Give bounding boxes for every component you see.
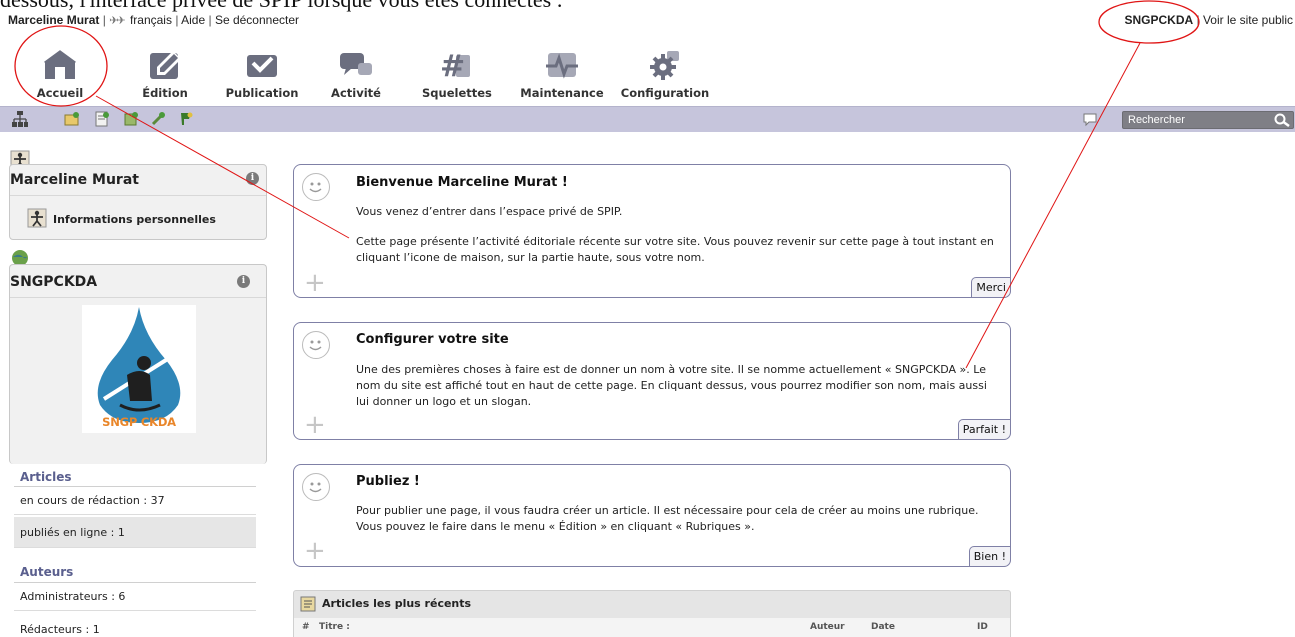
column-header[interactable]: Date bbox=[871, 622, 895, 632]
top-bar-right: SNGPCKDA | Voir le site public bbox=[1124, 12, 1293, 29]
user-name-link[interactable]: Marceline Murat bbox=[8, 13, 99, 27]
nav-accueil[interactable]: Accueil bbox=[29, 48, 91, 106]
author-icon bbox=[27, 208, 47, 228]
nav-configuration[interactable]: Configuration bbox=[618, 48, 712, 106]
authors-heading: Auteurs bbox=[20, 565, 74, 579]
column-header[interactable]: Auteur bbox=[810, 622, 845, 632]
site-card-title: SNGPCKDA bbox=[10, 274, 98, 290]
smiley-icon bbox=[302, 473, 330, 501]
expand-plus-icon[interactable]: + bbox=[304, 412, 326, 438]
new-rubrique-icon[interactable] bbox=[64, 111, 80, 127]
message-bubble-icon[interactable] bbox=[1082, 111, 1098, 127]
new-article-icon[interactable] bbox=[94, 111, 110, 127]
nav-label: Publication bbox=[225, 86, 299, 100]
nav-edition[interactable]: Édition bbox=[134, 48, 196, 106]
new-link-icon[interactable] bbox=[150, 111, 166, 127]
authors-admins-row[interactable]: Administrateurs : 6 bbox=[14, 583, 256, 611]
nav-publication[interactable]: Publication bbox=[222, 48, 302, 106]
message-title: Bienvenue Marceline Murat ! bbox=[356, 175, 568, 190]
nav-label: Accueil bbox=[36, 86, 84, 100]
site-name-link[interactable]: SNGPCKDA bbox=[1124, 13, 1193, 27]
configure-message-box: Configurer votre site Une des premières … bbox=[293, 322, 1011, 440]
chat-bubbles-icon bbox=[337, 48, 375, 82]
column-header[interactable]: ID bbox=[977, 622, 988, 632]
publish-message-box: Publiez ! Pour publier une page, il vous… bbox=[293, 464, 1011, 567]
nav-label: Édition bbox=[142, 86, 188, 100]
welcome-message-box: Bienvenue Marceline Murat ! Vous venez d… bbox=[293, 164, 1011, 298]
help-link[interactable]: Aide bbox=[181, 13, 205, 27]
svg-text:#: # bbox=[440, 49, 465, 81]
recent-articles-title: Articles les plus récents bbox=[322, 597, 472, 610]
info-icon[interactable]: i bbox=[246, 172, 259, 185]
new-breve-icon[interactable] bbox=[123, 111, 139, 127]
column-header[interactable]: # bbox=[302, 622, 310, 632]
recent-articles-header: # Titre : Auteur Date ID bbox=[294, 618, 1010, 637]
language-flag-icon: ✈✈ bbox=[109, 15, 126, 27]
message-title: Configurer votre site bbox=[356, 332, 509, 347]
top-bar-left: Marceline Murat | ✈✈ français | Aide | S… bbox=[8, 12, 299, 30]
articles-published-row[interactable]: publiés en ligne : 1 bbox=[14, 517, 256, 548]
gear-icon bbox=[646, 48, 684, 82]
recent-articles-panel: Articles les plus récents # Titre : Aute… bbox=[293, 590, 1011, 637]
message-text: Pour publier une page, il vous faudra cr… bbox=[356, 504, 979, 533]
search-input[interactable]: Rechercher bbox=[1122, 111, 1294, 129]
column-header[interactable]: Titre : bbox=[319, 622, 350, 632]
checkmark-icon bbox=[243, 48, 281, 82]
nav-label: Activité bbox=[331, 86, 381, 100]
pulse-icon bbox=[543, 48, 581, 82]
merci-button[interactable]: Merci bbox=[971, 277, 1011, 298]
logout-link[interactable]: Se déconnecter bbox=[215, 13, 299, 27]
message-title: Publiez ! bbox=[356, 474, 420, 489]
site-card: SNGPCKDA i SNGP CKDA bbox=[9, 264, 267, 464]
search-placeholder: Rechercher bbox=[1128, 114, 1185, 126]
toolbar: Rechercher bbox=[0, 106, 1295, 132]
expand-plus-icon[interactable]: + bbox=[304, 538, 326, 564]
nav-squelettes[interactable]: # Squelettes bbox=[422, 48, 492, 106]
smiley-icon bbox=[302, 331, 330, 359]
hash-icon: # bbox=[435, 48, 473, 82]
parfait-button[interactable]: Parfait ! bbox=[957, 419, 1011, 440]
message-text: Une des premières choses à faire est de … bbox=[356, 363, 987, 408]
search-icon[interactable] bbox=[1274, 113, 1290, 127]
view-site-link[interactable]: Voir le site public bbox=[1203, 13, 1293, 27]
user-card-title: Marceline Murat bbox=[10, 172, 139, 188]
smiley-icon bbox=[302, 173, 330, 201]
articles-heading: Articles bbox=[20, 470, 72, 484]
bien-button[interactable]: Bien ! bbox=[968, 546, 1011, 567]
pencil-icon bbox=[146, 48, 184, 82]
new-mot-icon[interactable] bbox=[178, 111, 194, 127]
nav-label: Squelettes bbox=[422, 86, 492, 100]
personal-info-link[interactable]: Informations personnelles bbox=[53, 213, 216, 226]
articles-draft-row[interactable]: en cours de rédaction : 37 bbox=[14, 487, 256, 515]
top-bar: Marceline Murat | ✈✈ français | Aide | S… bbox=[0, 12, 1295, 29]
sitemap-icon[interactable] bbox=[11, 110, 29, 128]
nav-activite[interactable]: Activité bbox=[325, 48, 387, 106]
main-navigation: Accueil Édition Publication Activité # S… bbox=[0, 30, 1295, 106]
info-icon[interactable]: i bbox=[237, 275, 250, 288]
site-logo-text: SNGP CKDA bbox=[102, 415, 176, 429]
site-logo: SNGP CKDA bbox=[82, 305, 196, 433]
user-card: Marceline Murat i Informations personnel… bbox=[9, 164, 267, 240]
authors-writers-row[interactable]: Rédacteurs : 1 bbox=[14, 616, 256, 637]
article-list-icon bbox=[300, 596, 316, 612]
home-icon bbox=[41, 48, 79, 82]
language-link[interactable]: français bbox=[130, 13, 172, 27]
message-text: Vous venez d’entrer dans l’espace privé … bbox=[356, 205, 623, 218]
message-text: Cette page présente l’activité éditorial… bbox=[356, 235, 994, 264]
nav-label: Configuration bbox=[620, 86, 710, 100]
nav-maintenance[interactable]: Maintenance bbox=[518, 48, 606, 106]
expand-plus-icon[interactable]: + bbox=[304, 270, 326, 296]
nav-label: Maintenance bbox=[520, 86, 604, 100]
